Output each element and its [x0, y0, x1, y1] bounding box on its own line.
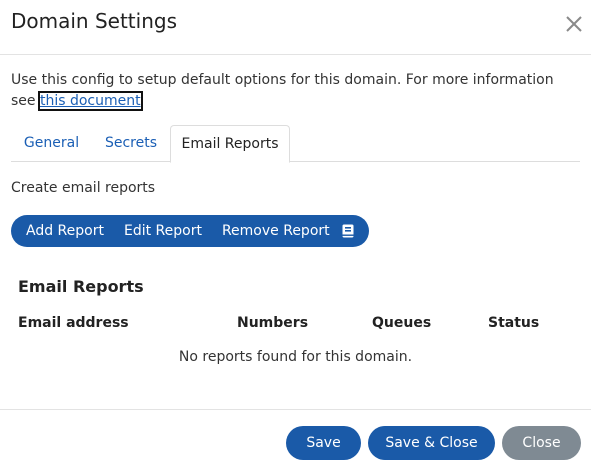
remove-report-button[interactable]: Remove Report: [222, 223, 330, 239]
report-toolbar: Add Report Edit Report Remove Report: [11, 215, 369, 247]
intro-text: Use this config to setup default options…: [11, 70, 577, 112]
save-close-button[interactable]: Save & Close: [368, 426, 495, 460]
column-email-address[interactable]: Email address: [18, 315, 129, 331]
table-title: Email Reports: [18, 277, 144, 296]
edit-report-button[interactable]: Edit Report: [124, 223, 202, 239]
column-status[interactable]: Status: [488, 315, 539, 331]
close-icon[interactable]: [563, 13, 585, 35]
save-button[interactable]: Save: [286, 426, 361, 460]
close-button[interactable]: Close: [502, 426, 581, 460]
dialog-footer: Save Save & Close Close: [0, 409, 591, 468]
tab-secrets[interactable]: Secrets: [92, 125, 170, 162]
add-report-button[interactable]: Add Report: [26, 223, 104, 239]
book-icon[interactable]: [342, 224, 354, 238]
column-queues[interactable]: Queues: [372, 315, 431, 331]
empty-message: No reports found for this domain.: [178, 349, 413, 365]
tab-general[interactable]: General: [11, 125, 92, 162]
tab-email-reports[interactable]: Email Reports: [170, 125, 290, 163]
this-document-link[interactable]: this document: [37, 91, 143, 111]
section-label: Create email reports: [11, 180, 156, 196]
tab-bar: General Secrets Email Reports: [11, 125, 580, 163]
dialog-title: Domain Settings: [11, 9, 177, 33]
column-numbers[interactable]: Numbers: [237, 315, 308, 331]
dialog-header: Domain Settings: [0, 0, 591, 55]
